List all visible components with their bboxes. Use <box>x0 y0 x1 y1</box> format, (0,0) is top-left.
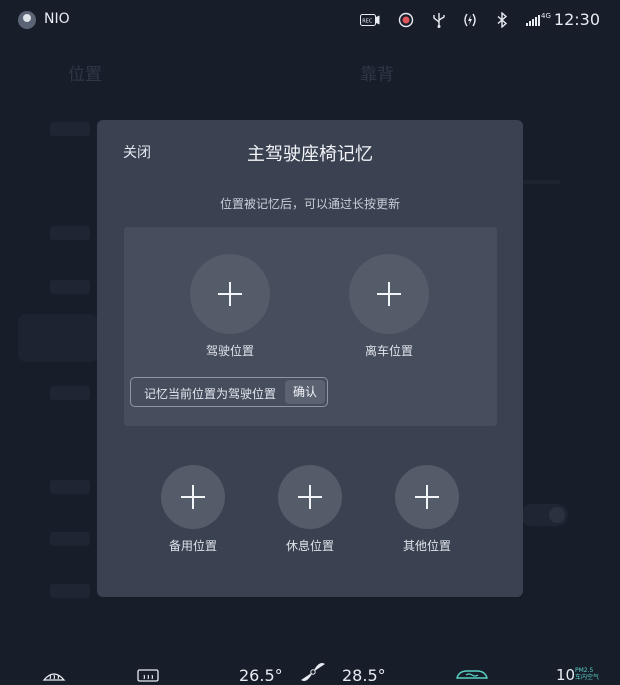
background-row <box>50 480 90 494</box>
background-row <box>50 386 90 400</box>
plus-icon <box>298 485 322 509</box>
slot-label: 驾驶位置 <box>205 344 254 358</box>
face-icon <box>398 12 414 28</box>
usb-icon <box>432 12 446 28</box>
background-row <box>50 532 90 546</box>
background-header-left: 位置 <box>68 65 102 85</box>
dialog-title: 主驾驶座椅记忆 <box>247 144 373 165</box>
seat-memory-dialog: 关闭 主驾驶座椅记忆 位置被记忆后，可以通过长按更新 驾驶位置 离车位置 记忆当… <box>97 120 523 597</box>
pm25-value: 10 <box>556 666 576 684</box>
add-other-position-button[interactable] <box>395 465 459 529</box>
bluetooth-icon <box>496 12 508 28</box>
plus-icon <box>218 282 242 306</box>
add-driving-position-button[interactable] <box>190 254 270 334</box>
camera-rec-icon: REC <box>360 12 380 28</box>
background-row <box>50 226 90 240</box>
slot-other-position[interactable]: 其他位置 <box>387 465 467 554</box>
slot-label: 离车位置 <box>364 344 413 358</box>
plus-icon <box>377 282 401 306</box>
avatar-icon[interactable] <box>18 11 36 29</box>
slot-label: 备用位置 <box>168 539 217 553</box>
memory-prompt-text: 记忆当前位置为驾驶位置 <box>144 387 277 401</box>
plus-icon <box>181 485 205 509</box>
slot-backup-position[interactable]: 备用位置 <box>153 465 233 554</box>
dialog-subtitle: 位置被记忆后，可以通过长按更新 <box>219 197 400 211</box>
plus-icon <box>415 485 439 509</box>
add-exit-position-button[interactable] <box>349 254 429 334</box>
slot-label: 休息位置 <box>285 539 334 553</box>
pm25-label-line1: PM2.5 <box>575 667 594 674</box>
add-backup-position-button[interactable] <box>161 465 225 529</box>
front-defrost-icon[interactable] <box>42 668 66 682</box>
status-bar: NIO REC 4G 12:30 <box>0 0 620 40</box>
background-selected-item <box>18 314 98 362</box>
left-temperature[interactable]: 26.5° <box>239 666 283 685</box>
network-type-label: 4G <box>541 12 551 20</box>
background-row <box>50 280 90 294</box>
slot-label: 其他位置 <box>402 539 451 553</box>
recirculation-icon[interactable] <box>455 668 489 682</box>
pm25-label: PM2.5 车内空气 <box>575 667 599 681</box>
svg-text:REC: REC <box>362 18 373 24</box>
rear-defrost-icon[interactable] <box>136 668 160 682</box>
background-row <box>50 122 90 136</box>
memory-prompt-bar: 记忆当前位置为驾驶位置 确认 <box>130 377 328 407</box>
confirm-button[interactable]: 确认 <box>285 380 325 404</box>
add-rest-position-button[interactable] <box>278 465 342 529</box>
background-row <box>50 584 90 598</box>
slot-exit-position[interactable]: 离车位置 <box>349 254 429 359</box>
wireless-charge-icon <box>463 12 477 28</box>
fan-icon[interactable] <box>293 660 333 684</box>
right-temperature[interactable]: 28.5° <box>342 666 386 685</box>
pm25-label-line2: 车内空气 <box>575 674 600 681</box>
background-header-right: 靠背 <box>360 65 394 85</box>
background-toggle <box>520 504 568 526</box>
slot-rest-position[interactable]: 休息位置 <box>270 465 350 554</box>
slot-driving-position[interactable]: 驾驶位置 <box>190 254 270 359</box>
brand-label: NIO <box>44 11 70 27</box>
clock: 12:30 <box>553 10 600 29</box>
cellular-signal-icon: 4G <box>526 12 551 28</box>
